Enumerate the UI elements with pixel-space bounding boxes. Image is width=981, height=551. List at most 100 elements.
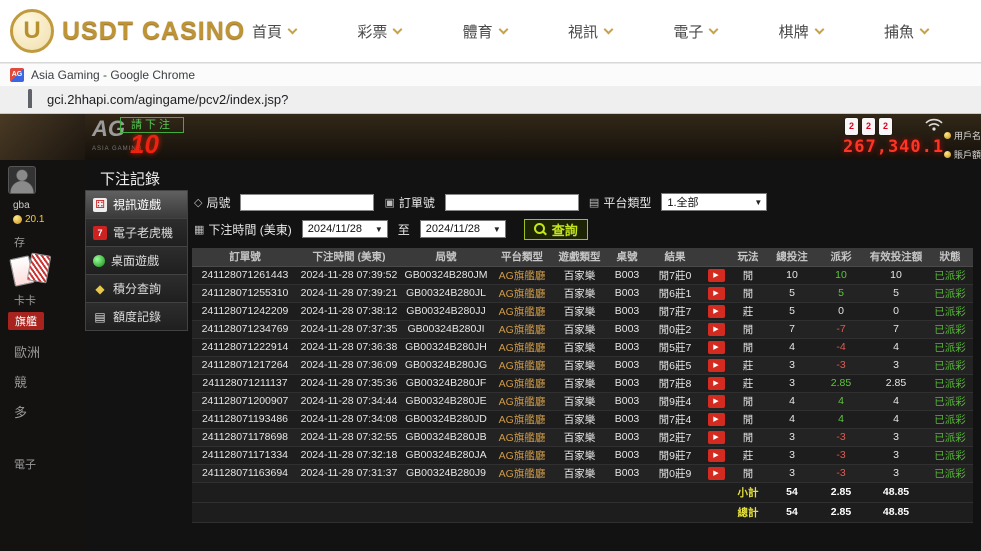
cell-bet-type: 莊 — [729, 374, 767, 392]
cell-valid-bet: 4 — [865, 410, 927, 428]
replay-button[interactable]: ▶ — [708, 323, 725, 336]
cell-result: 閒5莊7 — [647, 338, 703, 356]
cell-order-id: 241128071171334 — [192, 446, 298, 464]
sidebar-item[interactable]: 桌面遊戲 — [85, 246, 188, 275]
column-header: 遊戲類型 — [552, 248, 607, 266]
nav-item[interactable]: 捕魚 — [884, 21, 928, 42]
table-row: 241128071242209 2024-11-28 07:38:12 GB00… — [192, 302, 973, 320]
total-payout-sum: 2.85 — [817, 482, 865, 502]
table-row: 241128071200907 2024-11-28 07:34:44 GB00… — [192, 392, 973, 410]
total-status-empty — [927, 502, 973, 522]
cards-row: 222 — [845, 118, 892, 135]
cell-order-id: 241128071193486 — [192, 410, 298, 428]
cell-bet-time: 2024-11-28 07:38:12 — [298, 302, 400, 320]
column-header: 玩法 — [729, 248, 767, 266]
replay-button[interactable]: ▶ — [708, 341, 725, 354]
lock-icon[interactable] — [28, 91, 38, 109]
cell-order-id: 241128071217264 — [192, 356, 298, 374]
nav-item[interactable]: 彩票 — [357, 21, 401, 42]
tag-icon: ◇ — [194, 196, 202, 209]
status-badge: 已派彩 — [927, 302, 973, 320]
cell-bet-time: 2024-11-28 07:35:36 — [298, 374, 400, 392]
site-logo[interactable]: U USDT CASINO — [10, 9, 245, 53]
status-badge: 已派彩 — [927, 374, 973, 392]
replay-button[interactable]: ▶ — [708, 413, 725, 426]
playing-card: 2 — [862, 118, 875, 135]
date-to-select[interactable]: 2024/11/28 ▼ — [420, 220, 506, 238]
lobby-menu-fragment: 歐洲 — [14, 342, 40, 361]
table-row: 241128071255310 2024-11-28 07:39:21 GB00… — [192, 284, 973, 302]
cell-bet-type: 閒 — [729, 284, 767, 302]
lobby-menu-fragment: 競 — [14, 372, 27, 391]
cell-game-type: 百家樂 — [552, 356, 607, 374]
cell-round-id: GB00324B280JD — [400, 410, 492, 428]
replay-button[interactable]: ▶ — [708, 431, 725, 444]
cell-total-bet: 5 — [767, 284, 817, 302]
platform-type-select[interactable]: 1.全部 ▼ — [661, 193, 767, 211]
nav-item-label: 電子 — [673, 21, 703, 42]
total-payout-sum: 2.85 — [817, 502, 865, 522]
cell-order-id: 241128071255310 — [192, 284, 298, 302]
sidebar-item[interactable]: 7 電子老虎機 — [85, 218, 188, 247]
sidebar-item[interactable]: ▤ 額度記錄 — [85, 302, 188, 331]
nav-item[interactable]: 首頁 — [252, 21, 296, 42]
cell-table-no: B003 — [607, 374, 647, 392]
cell-round-id: GB00324B280J9 — [400, 464, 492, 482]
cell-bet-time: 2024-11-28 07:31:37 — [298, 464, 400, 482]
cell-bet-time: 2024-11-28 07:36:38 — [298, 338, 400, 356]
lobby-menu-fragment: 多 — [14, 402, 27, 421]
sidebar-item-label: 桌面遊戲 — [111, 252, 159, 269]
cell-game-type: 百家樂 — [552, 302, 607, 320]
order-input[interactable] — [445, 194, 579, 211]
nav-item[interactable]: 棋牌 — [779, 21, 823, 42]
points-icon: ◆ — [93, 282, 107, 296]
replay-button[interactable]: ▶ — [708, 359, 725, 372]
replay-button[interactable]: ▶ — [708, 395, 725, 408]
status-badge: 已派彩 — [927, 284, 973, 302]
cell-payout: 2.85 — [817, 374, 865, 392]
cell-order-id: 241128071163694 — [192, 464, 298, 482]
cell-valid-bet: 5 — [865, 284, 927, 302]
cell-order-id: 241128071242209 — [192, 302, 298, 320]
date-from-select[interactable]: 2024/11/28 ▼ — [302, 220, 388, 238]
bet-table-body: 241128071261443 2024-11-28 07:39:52 GB00… — [192, 266, 973, 482]
replay-button[interactable]: ▶ — [708, 305, 725, 318]
account-dot-icon — [944, 151, 951, 158]
nav-item[interactable]: 體育 — [463, 21, 507, 42]
chevron-down-icon — [814, 24, 824, 34]
platform-select-value: 1.全部 — [667, 194, 698, 210]
cell-platform: AG旗艦廳 — [492, 266, 552, 284]
cell-total-bet: 3 — [767, 356, 817, 374]
chevron-down-icon — [709, 24, 719, 34]
search-button[interactable]: 查詢 — [524, 219, 588, 240]
nav-item[interactable]: 電子 — [673, 21, 717, 42]
address-bar[interactable]: gci.2hhapi.com/agingame/pcv2/index.jsp? — [0, 86, 981, 114]
replay-button[interactable]: ▶ — [708, 449, 725, 462]
round-label: ◇ 局號 — [194, 194, 230, 211]
nav-item[interactable]: 視訊 — [568, 21, 612, 42]
column-header: 平台類型 — [492, 248, 552, 266]
lobby-menu-fragment: 存 — [14, 234, 25, 250]
sidebar-item[interactable]: ◆ 積分查詢 — [85, 274, 188, 303]
chevron-down-icon — [604, 24, 614, 34]
total-row: 小計 54 2.85 48.85 — [192, 482, 973, 502]
round-input[interactable] — [240, 194, 374, 211]
cell-round-id: GB00324B280JB — [400, 428, 492, 446]
chevron-down-icon — [393, 24, 403, 34]
cell-valid-bet: 10 — [865, 266, 927, 284]
sidebar-item[interactable]: ⚃ 視訊遊戲 — [85, 190, 188, 219]
replay-button[interactable]: ▶ — [708, 269, 725, 282]
total-valid-bet-sum: 48.85 — [865, 502, 927, 522]
cell-round-id: GB00324B280JF — [400, 374, 492, 392]
cell-game-type: 百家樂 — [552, 446, 607, 464]
replay-button[interactable]: ▶ — [708, 377, 725, 390]
nav-item-label: 彩票 — [357, 21, 387, 42]
total-status-empty — [927, 482, 973, 502]
cell-valid-bet: 3 — [865, 446, 927, 464]
logo-text: USDT CASINO — [62, 17, 245, 46]
cell-platform: AG旗艦廳 — [492, 356, 552, 374]
cell-result: 閒7莊7 — [647, 302, 703, 320]
score-led-display: 267,340.1 — [843, 137, 944, 157]
replay-button[interactable]: ▶ — [708, 467, 725, 480]
replay-button[interactable]: ▶ — [708, 287, 725, 300]
